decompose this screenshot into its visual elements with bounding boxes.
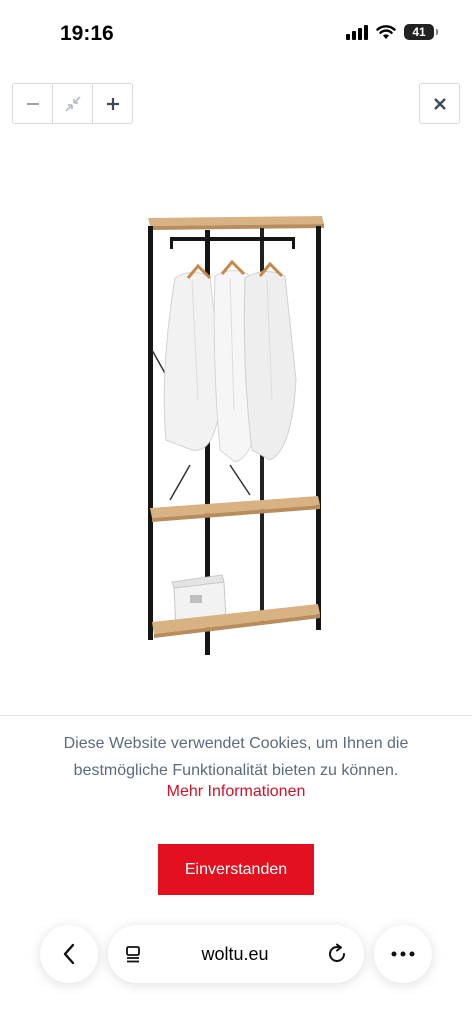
back-icon <box>63 943 75 965</box>
zoom-in-button[interactable] <box>93 84 132 123</box>
zoom-in-icon <box>106 97 119 110</box>
wifi-icon <box>376 25 396 39</box>
url-text[interactable]: woltu.eu <box>201 944 268 965</box>
back-button[interactable] <box>40 925 98 983</box>
reload-icon[interactable] <box>326 943 348 965</box>
zoom-controls <box>12 83 133 124</box>
battery-level: 41 <box>412 25 426 39</box>
more-icon <box>391 951 415 957</box>
accept-cookies-button[interactable]: Einverstanden <box>158 844 314 895</box>
close-icon <box>433 97 446 110</box>
battery-icon: 41 <box>404 24 438 40</box>
address-bar[interactable]: woltu.eu <box>108 925 364 983</box>
status-time: 19:16 <box>60 22 114 45</box>
more-info-link[interactable]: Mehr Informationen <box>0 783 472 801</box>
fit-screen-button[interactable] <box>53 84 93 123</box>
status-icons: 41 <box>346 24 438 40</box>
zoom-out-button[interactable] <box>13 84 53 123</box>
tabs-icon[interactable] <box>124 944 144 964</box>
product-image[interactable] <box>130 200 340 670</box>
close-viewer-button[interactable] <box>419 83 460 124</box>
zoom-out-icon <box>26 102 39 105</box>
more-button[interactable] <box>374 925 432 983</box>
status-bar: 19:16 41 <box>0 0 472 70</box>
cookie-notice-text: Diese Website verwendet Cookies, um Ihne… <box>63 735 409 779</box>
signal-icon <box>346 24 368 40</box>
fit-screen-icon <box>64 95 81 112</box>
